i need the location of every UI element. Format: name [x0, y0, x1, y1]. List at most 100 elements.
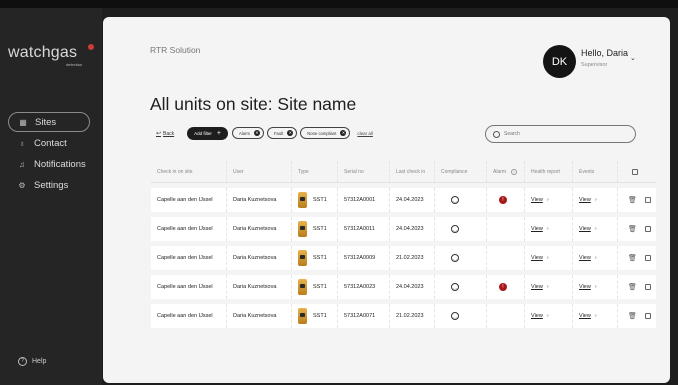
- table-row[interactable]: Capelle aan den IJssel Daria Kuznetsova SS…: [151, 188, 656, 212]
- view-health-report-link[interactable]: View: [531, 313, 543, 319]
- col-alarm[interactable]: Alarm i: [487, 161, 525, 182]
- remove-chip-icon[interactable]: ✕: [287, 130, 294, 136]
- col-events[interactable]: Events: [573, 161, 618, 182]
- cell-alarm: !: [487, 188, 525, 212]
- view-events-link[interactable]: View: [579, 284, 591, 290]
- filter-chip-fault[interactable]: Fault ✕: [266, 127, 298, 139]
- remove-chip-icon[interactable]: ✕: [253, 130, 260, 136]
- view-health-report-link[interactable]: View: [531, 197, 543, 203]
- cell-events: View ›: [573, 188, 618, 212]
- chip-label: None compliant: [307, 130, 337, 136]
- info-icon[interactable]: i: [511, 168, 518, 175]
- cell-site: Capelle aan den IJssel: [151, 275, 227, 299]
- gas-detector-icon: [298, 221, 307, 237]
- gas-detector-icon: [298, 279, 307, 295]
- cell-last-check-in: 24.04.2023: [390, 275, 435, 299]
- cell-serial: 57312A0023: [338, 275, 390, 299]
- col-last-check-in[interactable]: Last check in: [390, 161, 435, 182]
- cell-user: Daria Kuznetsova: [227, 275, 292, 299]
- table-header: Check in on site User Type Serial no Las…: [151, 161, 656, 183]
- compliant-smiley-icon: ◡: [451, 283, 459, 291]
- compliant-smiley-icon: ◡: [451, 196, 459, 204]
- add-filter-button[interactable]: Add filter +: [187, 126, 229, 140]
- clear-all-link[interactable]: clear all: [357, 131, 373, 136]
- cell-user: Daria Kuznetsova: [227, 217, 292, 241]
- view-events-link[interactable]: View: [579, 255, 591, 261]
- trash-icon[interactable]: 🗑: [628, 254, 637, 262]
- cell-site: Capelle aan den IJssel: [151, 188, 227, 212]
- cell-last-check-in: 21.02.2023: [390, 246, 435, 270]
- cell-serial: 57312A0011: [338, 217, 390, 241]
- chevron-right-icon: ›: [594, 197, 597, 203]
- chevron-right-icon: ›: [546, 313, 549, 319]
- back-link[interactable]: ↩ Back: [156, 130, 174, 137]
- sidebar-item-sites[interactable]: ▦ Sites: [8, 112, 90, 132]
- trash-icon[interactable]: 🗑: [628, 312, 637, 320]
- col-serial[interactable]: Serial no: [338, 161, 390, 182]
- col-select: [618, 161, 656, 182]
- table-row[interactable]: Capelle aan den IJssel Daria Kuznetsova SS…: [151, 246, 656, 270]
- cell-health-report: View ›: [525, 246, 573, 270]
- table-row[interactable]: Capelle aan den IJssel Daria Kuznetsova SS…: [151, 304, 656, 328]
- cell-events: View ›: [573, 275, 618, 299]
- table-row[interactable]: Capelle aan den IJssel Daria Kuznetsova SS…: [151, 217, 656, 241]
- sidebar-item-settings[interactable]: ⚙ Settings: [0, 175, 102, 195]
- chevron-down-icon[interactable]: ⌄: [630, 54, 636, 62]
- sidebar-item-notifications[interactable]: ♫ Notifications: [0, 154, 102, 174]
- grid-icon: ▦: [19, 117, 27, 127]
- trash-icon[interactable]: 🗑: [628, 196, 637, 204]
- select-all-checkbox[interactable]: [632, 168, 638, 175]
- sidebar: watchgas detection ▦ Sites ♁ Contact ♫ N…: [0, 8, 102, 385]
- view-events-link[interactable]: View: [579, 313, 591, 319]
- table-row[interactable]: Capelle aan den IJssel Daria Kuznetsova SS…: [151, 275, 656, 299]
- sidebar-item-contact[interactable]: ♁ Contact: [0, 133, 102, 153]
- cell-type-label: SST1: [313, 255, 327, 261]
- col-compliance[interactable]: Compliance: [435, 161, 487, 182]
- trash-icon[interactable]: 🗑: [628, 283, 637, 291]
- cell-user: Daria Kuznetsova: [227, 304, 292, 328]
- view-health-report-link[interactable]: View: [531, 226, 543, 232]
- sidebar-item-label: Sites: [35, 116, 57, 128]
- row-checkbox[interactable]: [644, 284, 651, 290]
- remove-chip-icon[interactable]: ✕: [340, 130, 347, 136]
- search-box[interactable]: [485, 125, 636, 143]
- view-health-report-link[interactable]: View: [531, 284, 543, 290]
- view-health-report-link[interactable]: View: [531, 255, 543, 261]
- cell-actions: 🗑: [618, 188, 656, 212]
- cell-actions: 🗑: [618, 246, 656, 270]
- cell-user: Daria Kuznetsova: [227, 246, 292, 270]
- cell-last-check-in: 24.04.2023: [390, 217, 435, 241]
- cell-site: Capelle aan den IJssel: [151, 217, 227, 241]
- page-title: All units on site: Site name: [150, 94, 357, 114]
- cell-health-report: View ›: [525, 304, 573, 328]
- row-checkbox[interactable]: [644, 255, 651, 261]
- col-health-report[interactable]: Health report: [525, 161, 573, 182]
- col-check-in[interactable]: Check in on site: [151, 161, 227, 182]
- view-events-link[interactable]: View: [579, 226, 591, 232]
- main-panel: RTR Solution DK Hello, Daria Supervisor …: [103, 17, 670, 383]
- cell-alarm: [487, 217, 525, 241]
- filter-bar: ↩ Back Add filter + Alarm ✕ Fault ✕ None com…: [156, 126, 373, 140]
- row-checkbox[interactable]: [644, 197, 651, 203]
- gas-detector-icon: [298, 192, 307, 208]
- view-events-link[interactable]: View: [579, 197, 591, 203]
- col-type[interactable]: Type: [292, 161, 338, 182]
- add-filter-label: Add filter: [194, 130, 212, 136]
- help-link[interactable]: ? Help: [18, 357, 46, 366]
- col-user[interactable]: User: [227, 161, 292, 182]
- filter-chip-alarm[interactable]: Alarm ✕: [232, 127, 264, 139]
- search-input[interactable]: [504, 131, 624, 137]
- top-bar: [0, 0, 678, 8]
- filter-chip-none-compliant[interactable]: None compliant ✕: [300, 127, 351, 139]
- cell-last-check-in: 24.04.2023: [390, 188, 435, 212]
- row-checkbox[interactable]: [644, 226, 651, 232]
- sidebar-item-label: Contact: [34, 137, 67, 149]
- chip-label: Fault: [273, 130, 284, 136]
- row-checkbox[interactable]: [644, 313, 651, 319]
- avatar[interactable]: DK: [543, 45, 576, 78]
- cell-actions: 🗑: [618, 217, 656, 241]
- col-alarm-label: Alarm: [493, 168, 507, 175]
- trash-icon[interactable]: 🗑: [628, 225, 637, 233]
- logo-dot-icon: [88, 44, 94, 50]
- bell-icon: ♫: [19, 159, 25, 169]
